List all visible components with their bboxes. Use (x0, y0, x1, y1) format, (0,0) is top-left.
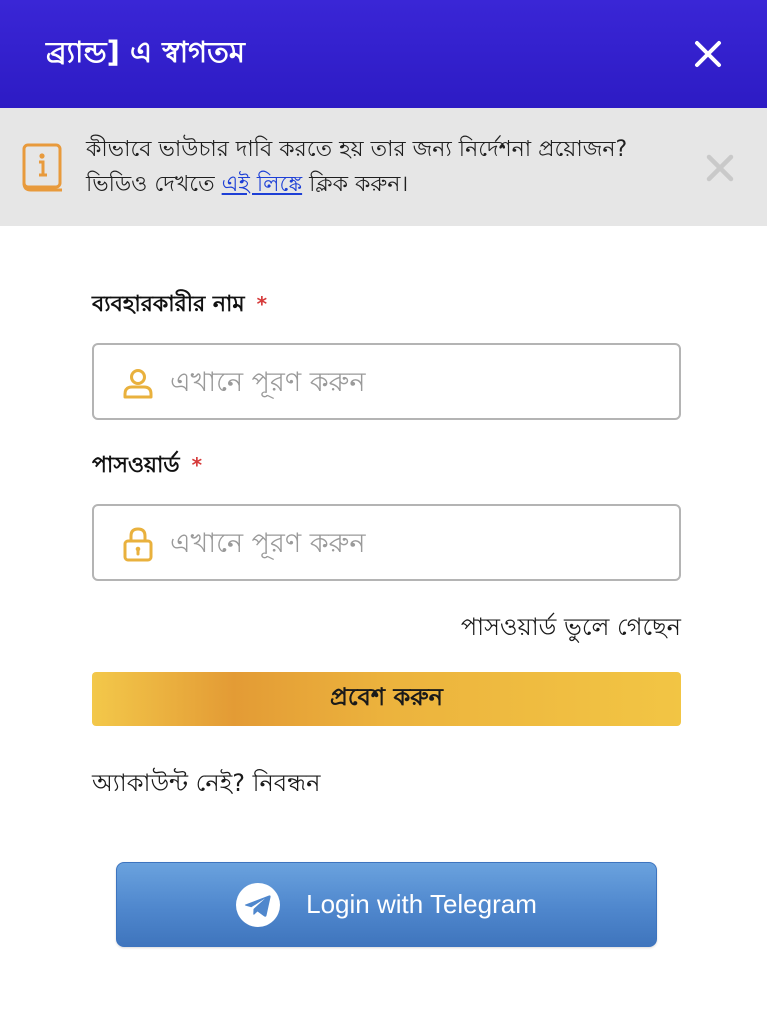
required-marker: * (256, 292, 268, 316)
username-label-text: ব্যবহারকারীর নাম (92, 292, 245, 317)
notice-close-button[interactable] (702, 150, 738, 186)
notice-text: কীভাবে ভাউচার দাবি করতে হয় তার জন্য নির… (86, 132, 686, 202)
close-icon (706, 154, 734, 182)
notice-text-after: ক্লিক করুন। (302, 172, 409, 197)
telegram-icon (236, 882, 281, 927)
login-button[interactable]: প্রবেশ করুন (92, 672, 681, 726)
forgot-password-link[interactable]: পাসওয়ার্ড ভুলে গেছেন (380, 609, 681, 649)
telegram-login-label: Login with Telegram (306, 889, 537, 919)
password-label: পাসওয়ার্ড * (92, 449, 202, 482)
close-icon (695, 41, 721, 67)
modal-title: ব্র্যান্ড] এ স্বাগতম (46, 35, 246, 69)
username-input[interactable] (170, 357, 660, 407)
password-input[interactable] (170, 518, 660, 568)
lock-icon (120, 526, 156, 562)
required-marker: * (191, 453, 203, 477)
modal-header: ব্র্যান্ড] এ স্বাগতম (0, 0, 767, 108)
info-book-icon (22, 143, 64, 193)
telegram-login-button[interactable]: Login with Telegram (116, 862, 657, 947)
video-link[interactable]: এই লিঙ্কে (222, 172, 302, 197)
register-link[interactable]: অ্যাকাউন্ট নেই? নিবন্ধন (92, 765, 320, 805)
password-field[interactable] (92, 504, 681, 581)
password-label-text: পাসওয়ার্ড (92, 453, 180, 478)
close-button[interactable] (686, 32, 730, 76)
user-icon (120, 365, 156, 401)
username-field[interactable] (92, 343, 681, 420)
username-label: ব্যবহারকারীর নাম * (92, 288, 267, 321)
